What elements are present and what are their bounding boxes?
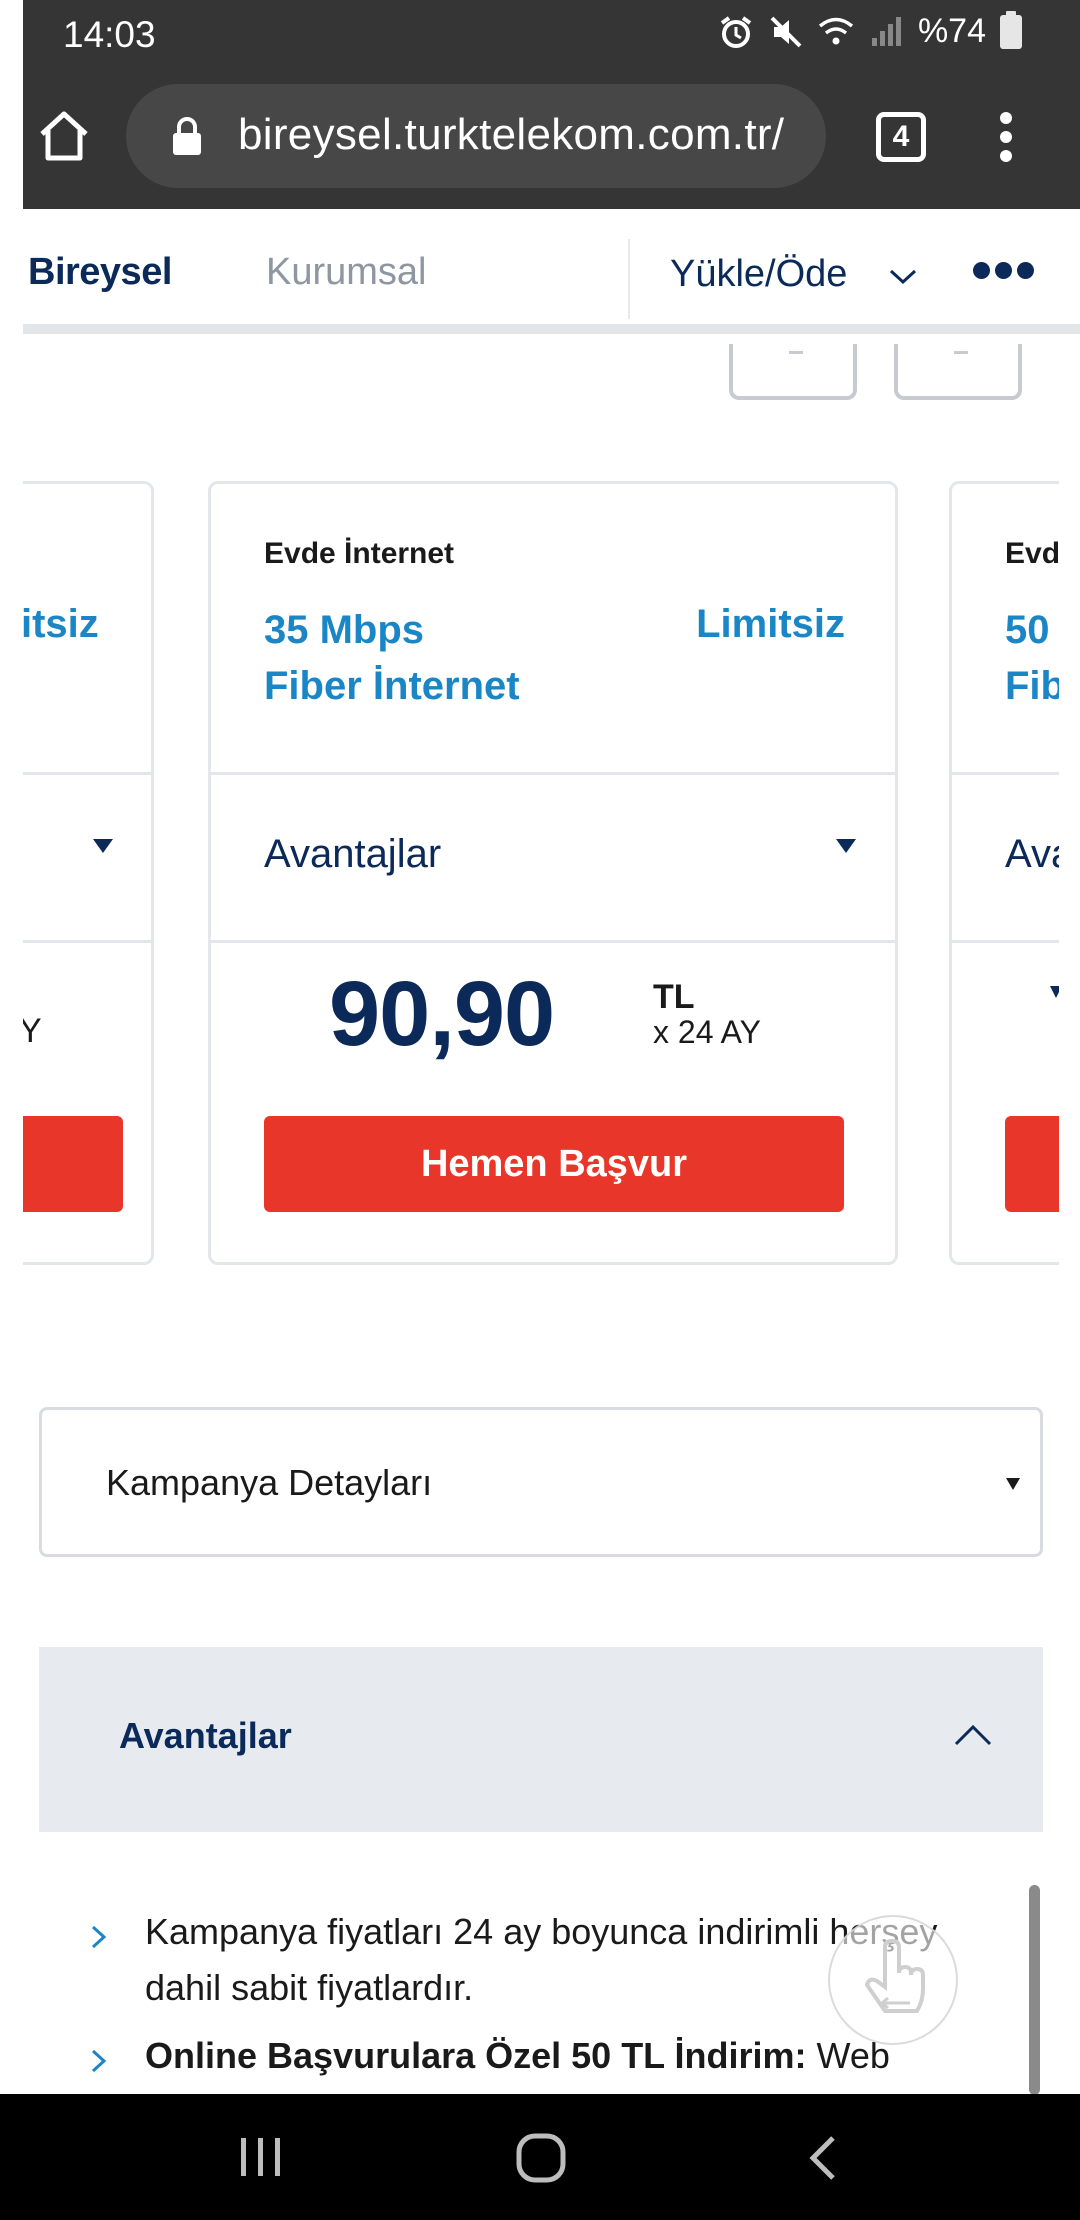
scrollbar[interactable] bbox=[1029, 1885, 1040, 2095]
recent-apps-icon[interactable] bbox=[236, 2134, 286, 2180]
chevron-up-icon[interactable] bbox=[953, 1723, 993, 1747]
wifi-icon bbox=[818, 17, 854, 44]
viewport-edge bbox=[0, 0, 23, 2220]
card-advantages-toggle[interactable]: Ava bbox=[1005, 832, 1059, 877]
status-time: 14:03 bbox=[63, 14, 156, 55]
tariff-card: Evde İnternet 35 Mbps Fiber İnternet Lim… bbox=[208, 481, 898, 1265]
card-price: 90,90 bbox=[329, 963, 555, 1065]
card-speed: 50 Fib bbox=[1005, 602, 1059, 714]
list-item-text: Kampanya fiyatları 24 ay boyunca indirim… bbox=[145, 1911, 938, 2008]
apply-button[interactable] bbox=[23, 1116, 123, 1212]
url-text[interactable]: bireysel.turktelekom.com.tr/ bbox=[238, 110, 806, 160]
back-icon[interactable] bbox=[805, 2134, 841, 2182]
nav-yukle-ode[interactable]: Yükle/Öde bbox=[670, 253, 847, 296]
home-icon[interactable] bbox=[36, 108, 92, 164]
alarm-icon bbox=[720, 15, 752, 48]
home-button-icon[interactable] bbox=[515, 2132, 567, 2184]
apply-button[interactable] bbox=[1005, 1116, 1059, 1212]
tariff-card-previous: itsiz Y bbox=[23, 481, 154, 1265]
card-speed-line1: 50 bbox=[1005, 608, 1050, 652]
caret-down-icon[interactable] bbox=[836, 839, 856, 853]
list-item-bold: Online Başvurulara Özel 50 TL İndirim: bbox=[145, 2035, 807, 2076]
apply-button[interactable]: Hemen Başvur bbox=[264, 1116, 844, 1212]
card-currency: TL bbox=[653, 978, 695, 1016]
chevron-right-icon bbox=[91, 1925, 107, 1949]
advantages-accordion[interactable]: Avantajlar bbox=[39, 1647, 1043, 1832]
card-limit: Limitsiz bbox=[696, 602, 845, 646]
signal-icon bbox=[871, 16, 901, 46]
touch-gesture-icon bbox=[828, 1915, 958, 2045]
chevron-right-icon bbox=[91, 2049, 107, 2073]
card-type: Evd bbox=[1005, 537, 1059, 570]
site-nav: Bireysel Kurumsal Yükle/Öde bbox=[0, 209, 1080, 334]
card-period: Y bbox=[23, 1012, 42, 1051]
status-icons: %74 bbox=[718, 10, 1022, 51]
campaign-details-select[interactable]: Kampanya Detayları bbox=[39, 1407, 1043, 1557]
card-speed-line1: 35 Mbps bbox=[264, 608, 425, 652]
nav-divider bbox=[628, 239, 630, 319]
card-limit: itsiz bbox=[23, 602, 99, 646]
mute-icon bbox=[770, 16, 802, 47]
card-speed-line2: Fiber İnternet bbox=[264, 664, 520, 708]
advantages-title: Avantajlar bbox=[119, 1715, 292, 1756]
lock-icon bbox=[173, 117, 201, 155]
browser-chrome: 14:03 %74 bireysel.turktelekom.com.tr/ 4 bbox=[0, 0, 1080, 209]
carousel-prev-button[interactable] bbox=[729, 344, 857, 400]
system-navigation-bar bbox=[0, 2094, 1080, 2220]
nav-kurumsal[interactable]: Kurumsal bbox=[266, 251, 427, 294]
card-speed: 35 Mbps Fiber İnternet bbox=[264, 602, 520, 714]
card-price-fragment bbox=[1050, 986, 1059, 998]
card-type: Evde İnternet bbox=[264, 537, 455, 570]
battery-icon bbox=[1000, 10, 1022, 49]
tariff-card-next: Evd 50 Fib Ava bbox=[949, 481, 1059, 1265]
card-advantages-toggle[interactable]: Avantajlar bbox=[264, 832, 441, 877]
browser-menu-icon[interactable] bbox=[1000, 112, 1014, 162]
chevron-down-icon[interactable] bbox=[888, 267, 918, 287]
card-speed-line2: Fib bbox=[1005, 664, 1059, 708]
address-bar[interactable]: bireysel.turktelekom.com.tr/ bbox=[126, 84, 826, 188]
carousel-next-button[interactable] bbox=[894, 344, 1022, 400]
campaign-details-label: Kampanya Detayları bbox=[106, 1462, 433, 1503]
battery-percent: %74 bbox=[917, 12, 986, 50]
caret-down-icon[interactable] bbox=[93, 839, 113, 853]
caret-down-icon[interactable] bbox=[1006, 1478, 1020, 1490]
nav-bireysel[interactable]: Bireysel bbox=[28, 251, 172, 294]
tab-switcher-button[interactable]: 4 bbox=[876, 112, 926, 162]
card-period: x 24 AY bbox=[653, 1014, 761, 1050]
